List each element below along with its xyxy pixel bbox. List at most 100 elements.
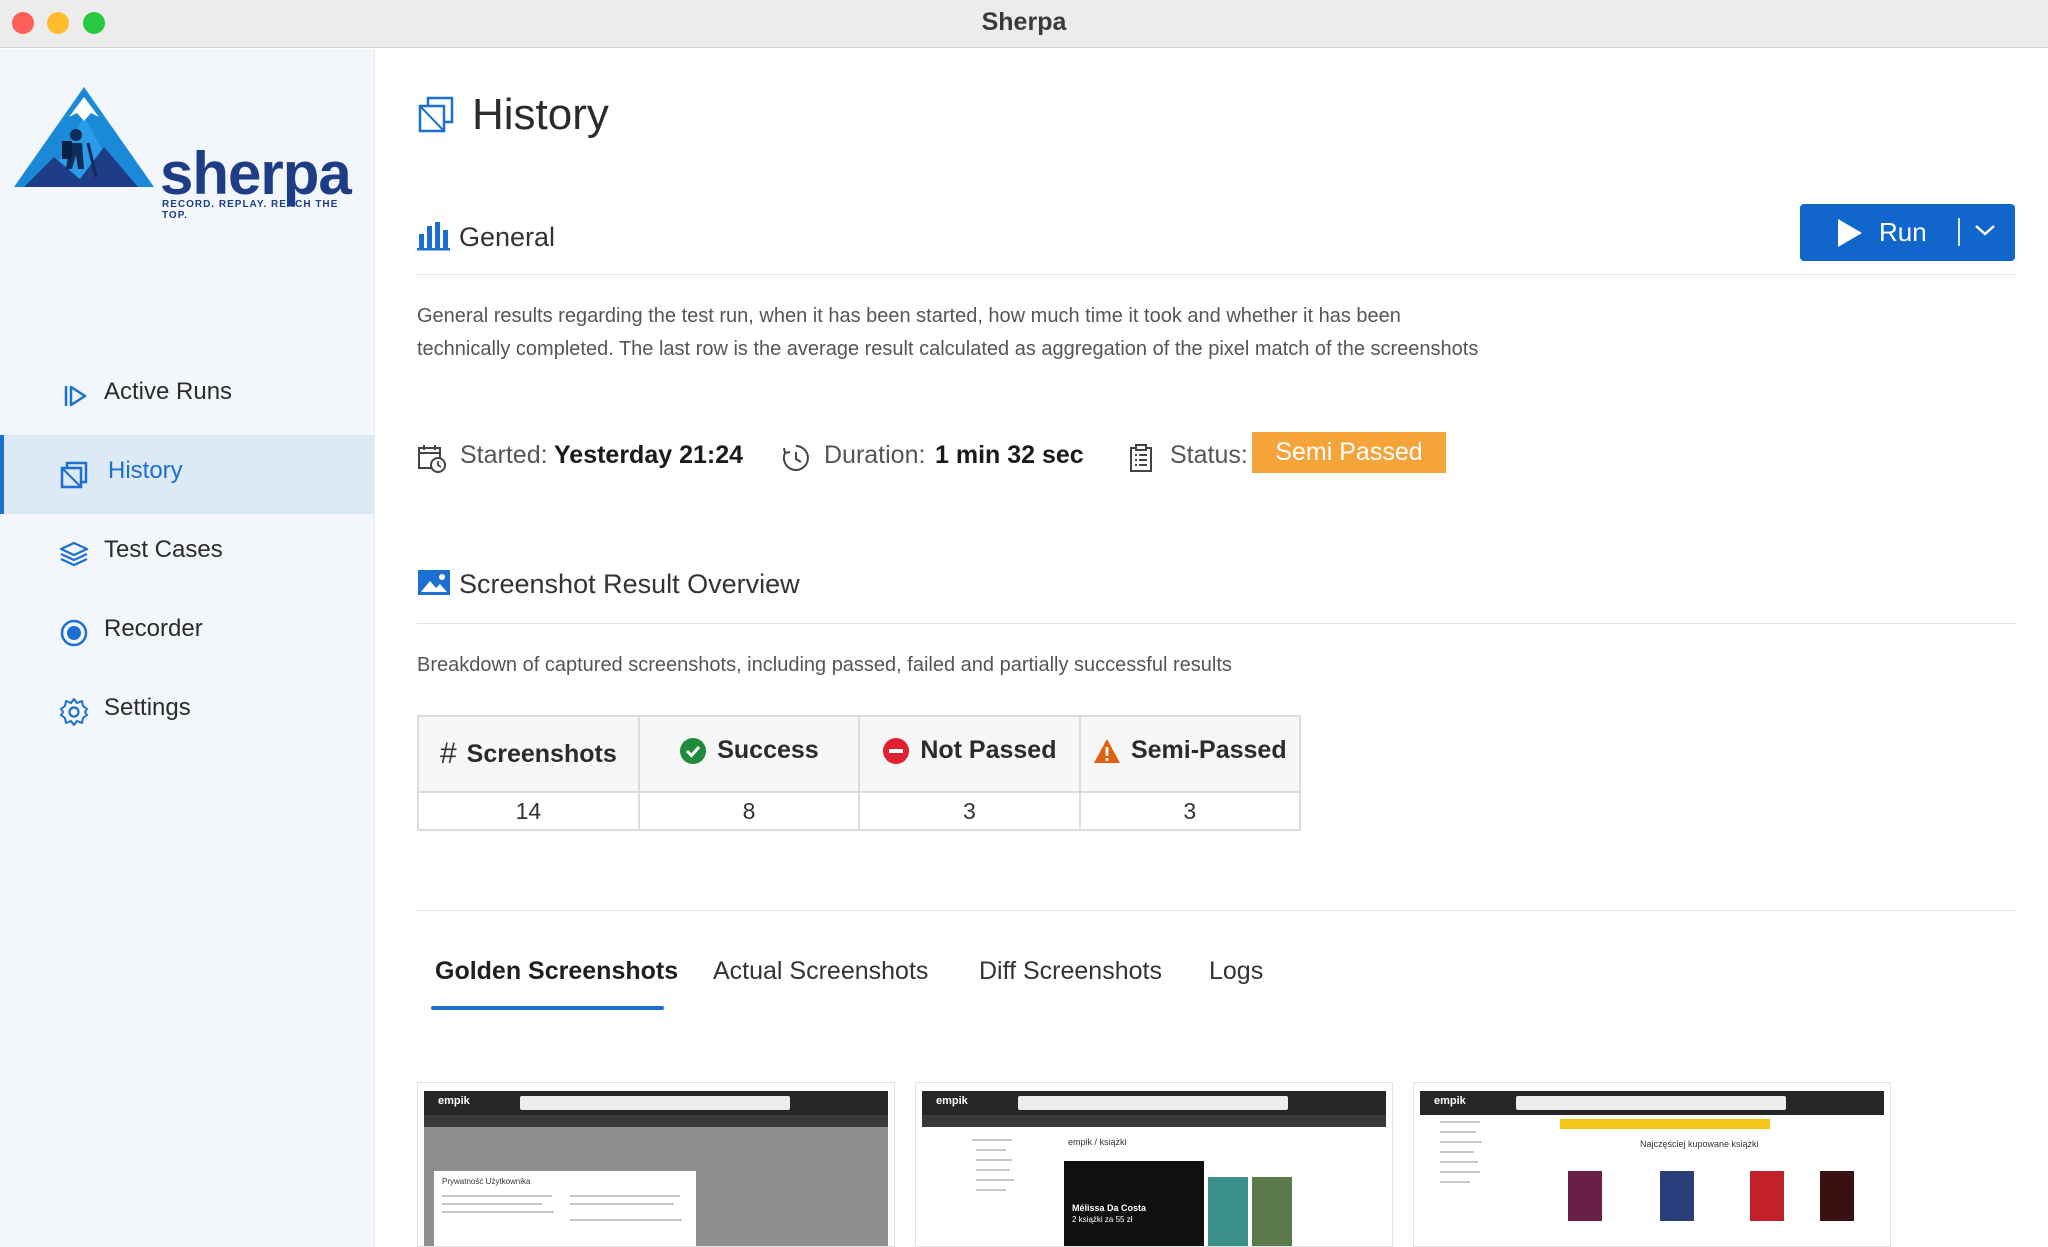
sidebar-item-label: Active Runs bbox=[104, 378, 233, 405]
screenshot-thumbnail[interactable]: empik Prywatność Użytkownika bbox=[417, 1082, 895, 1247]
overview-divider bbox=[417, 623, 2017, 624]
sidebar-item-history[interactable]: History bbox=[0, 435, 375, 514]
mountain-logo-icon bbox=[14, 87, 154, 187]
status-label: Status: bbox=[1170, 441, 1248, 469]
general-title: General bbox=[459, 222, 556, 252]
site-logo: empik bbox=[438, 1095, 470, 1107]
column-label: Not Passed bbox=[920, 736, 1057, 765]
table-header-row: # Screenshots Success Not Passed Semi-Pa… bbox=[417, 715, 1302, 793]
text-line bbox=[1440, 1141, 1482, 1143]
tab-logs[interactable]: Logs bbox=[1209, 957, 1263, 986]
screenshot-thumbnail[interactable]: empik Najczęściej kupowane książki bbox=[1413, 1082, 1891, 1247]
sidebar-item-label: History bbox=[108, 457, 183, 484]
text-line bbox=[976, 1159, 1012, 1161]
record-icon bbox=[60, 619, 88, 647]
sidebar: sherpa RECORD. REPLAY. REACH THE TOP. Ac… bbox=[0, 49, 375, 1247]
status-info: Status: bbox=[1127, 433, 1248, 479]
sherpa-logo: sherpa RECORD. REPLAY. REACH THE TOP. bbox=[14, 77, 354, 221]
clock-icon bbox=[782, 445, 809, 471]
site-logo: empik bbox=[936, 1095, 968, 1107]
book-cover bbox=[1208, 1177, 1248, 1246]
column-label: Screenshots bbox=[466, 739, 617, 768]
check-circle-icon bbox=[680, 737, 707, 764]
play-icon bbox=[64, 385, 87, 407]
general-description: General results regarding the test run, … bbox=[417, 305, 1479, 360]
play-icon bbox=[1838, 219, 1862, 247]
gear-icon bbox=[60, 698, 88, 726]
sidebar-item-settings[interactable]: Settings bbox=[0, 672, 375, 751]
history-icon bbox=[418, 96, 454, 133]
started-value: Yesterday 21:24 bbox=[554, 441, 744, 469]
tab-diff-screenshots[interactable]: Diff Screenshots bbox=[979, 957, 1162, 986]
not-passed-count: 3 bbox=[858, 791, 1081, 831]
page-title: History bbox=[472, 90, 609, 139]
book-cover bbox=[1660, 1171, 1694, 1221]
book-cover bbox=[1252, 1177, 1292, 1246]
run-button[interactable]: Run bbox=[1800, 204, 2015, 261]
clipboard-icon bbox=[1130, 444, 1152, 472]
thumbnail-image: empik Najczęściej kupowane książki bbox=[1420, 1091, 1884, 1246]
overview-title: Screenshot Result Overview bbox=[459, 569, 800, 599]
site-header: empik bbox=[922, 1091, 1386, 1115]
bar-chart-icon bbox=[417, 222, 450, 251]
site-header: empik bbox=[424, 1091, 888, 1115]
book-cover bbox=[1820, 1171, 1854, 1221]
text-line bbox=[976, 1179, 1014, 1181]
overview-description: Breakdown of captured screenshots, inclu… bbox=[417, 654, 1232, 676]
duration-info: Duration: 1 min 32 sec bbox=[781, 433, 1084, 479]
text-line bbox=[972, 1139, 1012, 1141]
title-bar: Sherpa bbox=[0, 0, 2048, 48]
run-button-label: Run bbox=[1879, 217, 1927, 247]
text-line bbox=[1440, 1131, 1476, 1133]
text-line bbox=[1440, 1181, 1470, 1183]
screenshot-thumbnail[interactable]: empik empik / książki Mélissa Da Costa 2… bbox=[915, 1082, 1393, 1247]
privacy-modal: Prywatność Użytkownika bbox=[434, 1171, 696, 1246]
table-row: 14 8 3 3 bbox=[417, 791, 1302, 831]
tab-golden-screenshots[interactable]: Golden Screenshots bbox=[435, 957, 678, 986]
image-icon bbox=[418, 570, 450, 595]
active-tab-indicator bbox=[431, 1006, 664, 1010]
thumbnail-image: empik Prywatność Użytkownika bbox=[424, 1091, 888, 1246]
promo-offer: 2 książki za 55 zł bbox=[1072, 1215, 1133, 1224]
tabs-divider bbox=[417, 910, 2017, 911]
logo-wordmark: sherpa bbox=[160, 140, 352, 207]
chevron-down-icon[interactable] bbox=[1973, 222, 1997, 238]
sidebar-item-label: Recorder bbox=[104, 615, 203, 642]
site-header: empik bbox=[1420, 1091, 1884, 1115]
tab-actual-screenshots[interactable]: Actual Screenshots bbox=[713, 957, 928, 986]
privacy-modal-title: Prywatność Użytkownika bbox=[442, 1177, 531, 1186]
site-search bbox=[1516, 1096, 1786, 1110]
hash-icon: # bbox=[439, 737, 457, 770]
column-screenshots: # Screenshots bbox=[417, 715, 640, 793]
minus-circle-icon bbox=[883, 737, 910, 764]
site-logo: empik bbox=[1434, 1095, 1466, 1107]
sidebar-item-active-runs[interactable]: Active Runs bbox=[0, 356, 375, 435]
run-button-separator bbox=[1958, 218, 1960, 246]
sidebar-item-recorder[interactable]: Recorder bbox=[0, 593, 375, 672]
text-line bbox=[976, 1189, 1006, 1191]
text-line bbox=[570, 1203, 674, 1205]
duration-value: 1 min 32 sec bbox=[935, 441, 1084, 469]
breadcrumb: empik / książki bbox=[1068, 1137, 1127, 1147]
sidebar-item-label: Settings bbox=[104, 694, 191, 721]
column-label: Semi-Passed bbox=[1130, 736, 1287, 765]
screenshots-count: 14 bbox=[417, 791, 640, 831]
column-success: Success bbox=[637, 715, 861, 793]
text-line bbox=[1440, 1161, 1478, 1163]
text-line bbox=[976, 1169, 1010, 1171]
book-cover bbox=[1750, 1171, 1784, 1221]
thumbnail-image: empik empik / książki Mélissa Da Costa 2… bbox=[922, 1091, 1386, 1246]
text-line bbox=[1440, 1171, 1480, 1173]
column-not-passed: Not Passed bbox=[858, 715, 1081, 793]
started-label: Started: bbox=[460, 441, 548, 469]
book-cover bbox=[1568, 1171, 1602, 1221]
text-line bbox=[1440, 1121, 1480, 1123]
duration-label: Duration: bbox=[824, 441, 926, 469]
layers-icon bbox=[59, 541, 89, 567]
site-search bbox=[1018, 1096, 1288, 1110]
sidebar-item-test-cases[interactable]: Test Cases bbox=[0, 514, 375, 593]
site-search bbox=[520, 1096, 790, 1110]
text-line bbox=[570, 1219, 682, 1221]
started-info: Started: Yesterday 21:24 bbox=[417, 433, 747, 479]
calendar-clock-icon bbox=[418, 445, 446, 473]
